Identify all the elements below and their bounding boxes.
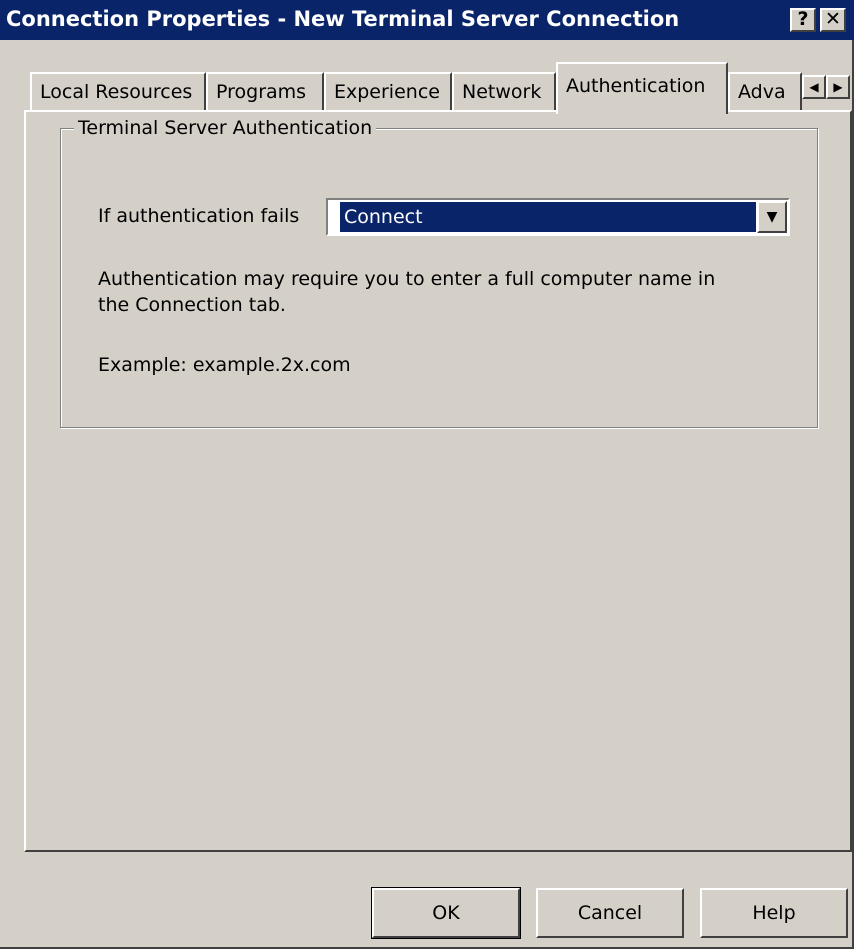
ok-button[interactable]: OK	[371, 887, 521, 939]
tab-authentication[interactable]: Authentication	[556, 62, 728, 114]
tab-experience[interactable]: Experience	[324, 72, 452, 112]
auth-fail-selected-value: Connect	[340, 202, 756, 232]
auth-fail-dropdown[interactable]: Connect ▼	[326, 198, 790, 236]
tab-local-resources[interactable]: Local Resources	[30, 72, 206, 112]
auth-example-text: Example: example.2x.com	[98, 354, 351, 376]
tab-advanced[interactable]: Adva	[728, 72, 802, 112]
window-title: Connection Properties - New Terminal Ser…	[6, 7, 680, 31]
help-button[interactable]: Help	[700, 888, 848, 938]
tab-scroll-right-icon[interactable]: ▶	[826, 75, 850, 99]
tab-network[interactable]: Network	[452, 72, 556, 112]
title-bar[interactable]: Connection Properties - New Terminal Ser…	[0, 0, 854, 40]
auth-fail-label: If authentication fails	[98, 205, 300, 227]
auth-description-line2: the Connection tab.	[98, 294, 286, 316]
connection-properties-dialog: Connection Properties - New Terminal Ser…	[0, 0, 854, 949]
auth-description-line1: Authentication may require you to enter …	[98, 268, 716, 290]
tab-strip: Local Resources Programs Experience Netw…	[0, 60, 854, 114]
cancel-button[interactable]: Cancel	[536, 888, 684, 938]
group-title: Terminal Server Authentication	[74, 117, 377, 139]
chevron-down-icon[interactable]: ▼	[757, 201, 787, 233]
tab-programs[interactable]: Programs	[206, 72, 324, 112]
help-caption-button[interactable]: ?	[790, 8, 816, 32]
tab-scroll-left-icon[interactable]: ◀	[802, 75, 826, 99]
close-icon[interactable]: ✕	[820, 8, 846, 32]
